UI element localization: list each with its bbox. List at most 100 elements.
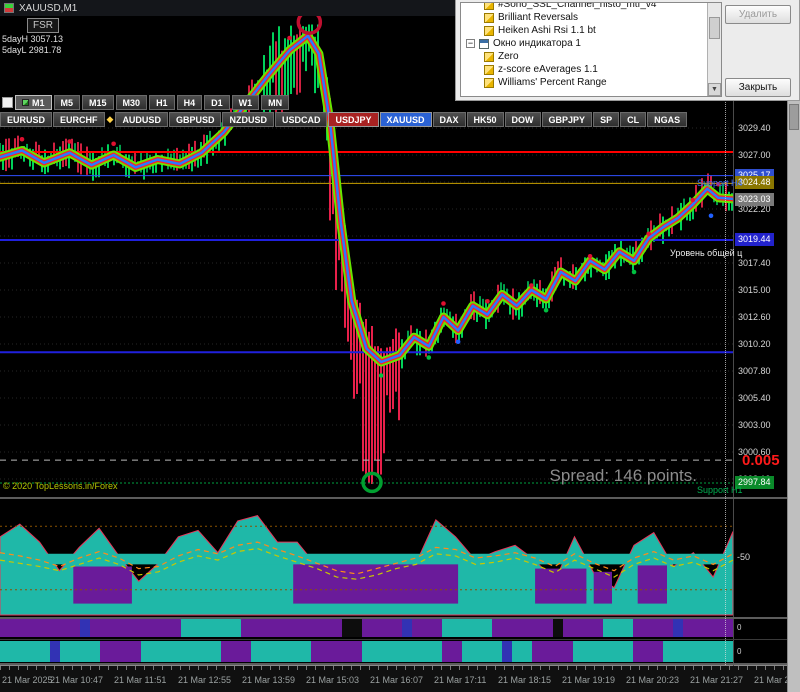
five-day-high-label: 5dayH 3057.13 bbox=[2, 34, 64, 44]
indicator-list: #Sono_SSL_Channel_histo_mtf_v4 Brilliant … bbox=[460, 2, 722, 97]
time-axis-label: 21 Mar 11:51 bbox=[114, 675, 167, 685]
current-period-separator bbox=[725, 16, 726, 665]
symbol-button-usdcad[interactable]: USDCAD bbox=[274, 112, 328, 127]
timeframe-label: W1 bbox=[238, 97, 253, 108]
timeframe-button-h1[interactable]: H1 bbox=[149, 95, 175, 110]
red-value-label: 0.005 bbox=[742, 452, 780, 469]
symbols-divider-icon[interactable]: ◆ bbox=[106, 114, 115, 125]
time-axis-label: 21 Mar 16:07 bbox=[370, 675, 424, 685]
timeframe-label: H1 bbox=[156, 97, 168, 108]
chart-marker-icon bbox=[2, 97, 13, 108]
panel-divider[interactable] bbox=[0, 497, 787, 499]
timeframe-label: H4 bbox=[183, 97, 196, 108]
price-tick-label: 3007.80 bbox=[738, 366, 771, 376]
indicator-name: Окно индикатора 1 bbox=[493, 38, 581, 49]
symbol-button-gbpusd[interactable]: GBPUSD bbox=[168, 112, 222, 127]
indicator-list-item[interactable]: Brilliant Reversals bbox=[462, 11, 706, 24]
indicator-icon bbox=[484, 25, 494, 36]
symbol-button-dow[interactable]: DOW bbox=[504, 112, 541, 127]
timeframe-button-mn[interactable]: MN bbox=[261, 95, 290, 110]
indicator-list-item[interactable]: − Окно индикатора 1 bbox=[462, 37, 706, 50]
symbol-button-audusd[interactable]: AUDUSD bbox=[115, 112, 168, 127]
timeframe-button-m1[interactable]: M1 bbox=[15, 95, 52, 110]
timeframe-button-h4[interactable]: H4 bbox=[176, 95, 203, 110]
timeframe-button-w1[interactable]: W1 bbox=[231, 95, 260, 110]
signal-stripe-band-2 bbox=[0, 641, 734, 662]
symbol-button-eurusd[interactable]: EURUSD bbox=[0, 112, 53, 127]
price-tick-label: 3010.20 bbox=[738, 339, 771, 349]
symbol-button-dax[interactable]: DAX bbox=[432, 112, 466, 127]
timeframe-label: MN bbox=[268, 97, 283, 108]
symbol-button-nzdusd[interactable]: NZDUSD bbox=[222, 112, 274, 127]
close-button[interactable]: Закрыть bbox=[725, 78, 791, 97]
time-axis-label: 21 Mar 12:55 bbox=[178, 675, 232, 685]
support-h1-label: Support H1 bbox=[697, 485, 743, 495]
timeframe-button-d1[interactable]: D1 bbox=[204, 95, 230, 110]
time-axis-label: 21 Mar 21:27 bbox=[690, 675, 744, 685]
support-h4-label: Support H4 bbox=[697, 178, 743, 188]
indicator-name: Zero bbox=[498, 51, 519, 62]
timeframe-label: M15 bbox=[89, 97, 107, 108]
scroll-down-icon[interactable]: ▼ bbox=[708, 83, 721, 96]
time-axis-label: 21 Mar 10:47 bbox=[50, 675, 104, 685]
indicator-name: Brilliant Reversals bbox=[498, 12, 579, 23]
panel-divider[interactable] bbox=[0, 617, 787, 619]
common-level-label: Уровень общей ц bbox=[670, 248, 743, 258]
indicator-list-item[interactable]: Heiken Ashi Rsi 1.1 bt bbox=[462, 24, 706, 37]
vertical-scrollbar[interactable] bbox=[787, 101, 800, 692]
symbol-button-gbpjpy[interactable]: GBPJPY bbox=[541, 112, 593, 127]
timeframe-button-m15[interactable]: M15 bbox=[82, 95, 114, 110]
indicator-list-item[interactable]: z-score eAverages 1.1 bbox=[462, 63, 706, 76]
delete-button[interactable]: Удалить bbox=[725, 5, 791, 24]
price-tick-label: 3017.40 bbox=[738, 258, 771, 268]
price-tick-label: 3005.40 bbox=[738, 393, 771, 403]
indicator-icon bbox=[484, 12, 494, 23]
signal-stripe-band-1 bbox=[0, 619, 734, 637]
price-tick-label: 3015.00 bbox=[738, 285, 771, 295]
indicator-window-icon bbox=[479, 38, 489, 49]
indicator-name: z-score eAverages 1.1 bbox=[498, 64, 598, 75]
timeframe-button-m30[interactable]: M30 bbox=[115, 95, 148, 110]
spread-label: Spread: 146 points. bbox=[549, 466, 697, 485]
chart-window-title: XAUUSD,M1 bbox=[19, 2, 78, 14]
timeframe-label: M5 bbox=[60, 97, 74, 108]
price-tick-label: 3012.60 bbox=[738, 312, 771, 322]
mini-chart-icon bbox=[22, 99, 29, 106]
copyright-label: © 2020 TopLessons.in/Forex bbox=[3, 481, 118, 491]
indicator-list-item[interactable]: #Sono_SSL_Channel_histo_mtf_v4 bbox=[462, 3, 706, 11]
scrollbar-thumb[interactable] bbox=[789, 104, 799, 130]
time-axis-label: 21 Mar 19:19 bbox=[562, 675, 616, 685]
timeframe-label: M1 bbox=[32, 97, 45, 108]
oscillator-panel bbox=[0, 515, 733, 616]
timeframe-toolbar: M1 M5 M15 M30 H1 H4 D1 W1 MN bbox=[2, 95, 290, 110]
price-tag: 3023.03 bbox=[735, 192, 774, 206]
symbol-button-xauusd[interactable]: XAUUSD bbox=[379, 112, 432, 127]
list-scrollbar[interactable]: ▼ bbox=[707, 3, 721, 96]
time-axis-ticks bbox=[0, 666, 787, 670]
timeframe-label: M30 bbox=[122, 97, 141, 108]
panel-divider bbox=[0, 638, 787, 640]
symbol-toolbar: EURUSD EURCHF ◆ AUDUSD GBPUSD NZDUSD USDCAD USD… bbox=[0, 112, 688, 127]
time-axis: 21 Mar 2025 21 Mar 10:47 21 Mar 11:51 21 Ma… bbox=[0, 665, 800, 692]
indicator-list-item[interactable]: Williams' Percent Range bbox=[462, 76, 706, 89]
time-axis-label: 21 Mar 2025 bbox=[2, 675, 53, 685]
symbol-button-sp[interactable]: SP bbox=[593, 112, 620, 127]
indicator-name: Williams' Percent Range bbox=[498, 77, 607, 88]
fsr-label[interactable]: FSR bbox=[27, 18, 59, 33]
symbol-button-ngas[interactable]: NGAS bbox=[647, 112, 688, 127]
price-scale: 3029.40 3027.00 3022.20 3017.40 3015.00 3012.… bbox=[733, 16, 787, 666]
timeframe-button-m5[interactable]: M5 bbox=[53, 95, 81, 110]
panel-divider[interactable] bbox=[0, 662, 787, 665]
list-scrollbar-thumb[interactable] bbox=[709, 17, 720, 39]
indicator-list-item[interactable]: Zero bbox=[462, 50, 706, 63]
symbol-button-eurchf[interactable]: EURCHF bbox=[53, 112, 105, 127]
time-axis-label: 21 Mar 15:03 bbox=[306, 675, 360, 685]
time-axis-label: 21 Mar 17:11 bbox=[434, 675, 487, 685]
price-tick-label: 3029.40 bbox=[738, 123, 771, 133]
tree-collapse-icon[interactable]: − bbox=[466, 39, 475, 48]
symbol-button-usdjpy[interactable]: USDJPY bbox=[328, 112, 379, 127]
chart-icon bbox=[4, 3, 14, 13]
symbol-button-hk50[interactable]: HK50 bbox=[466, 112, 504, 127]
time-axis-label: 21 Mar 13:59 bbox=[242, 675, 296, 685]
symbol-button-cl[interactable]: CL bbox=[620, 112, 647, 127]
